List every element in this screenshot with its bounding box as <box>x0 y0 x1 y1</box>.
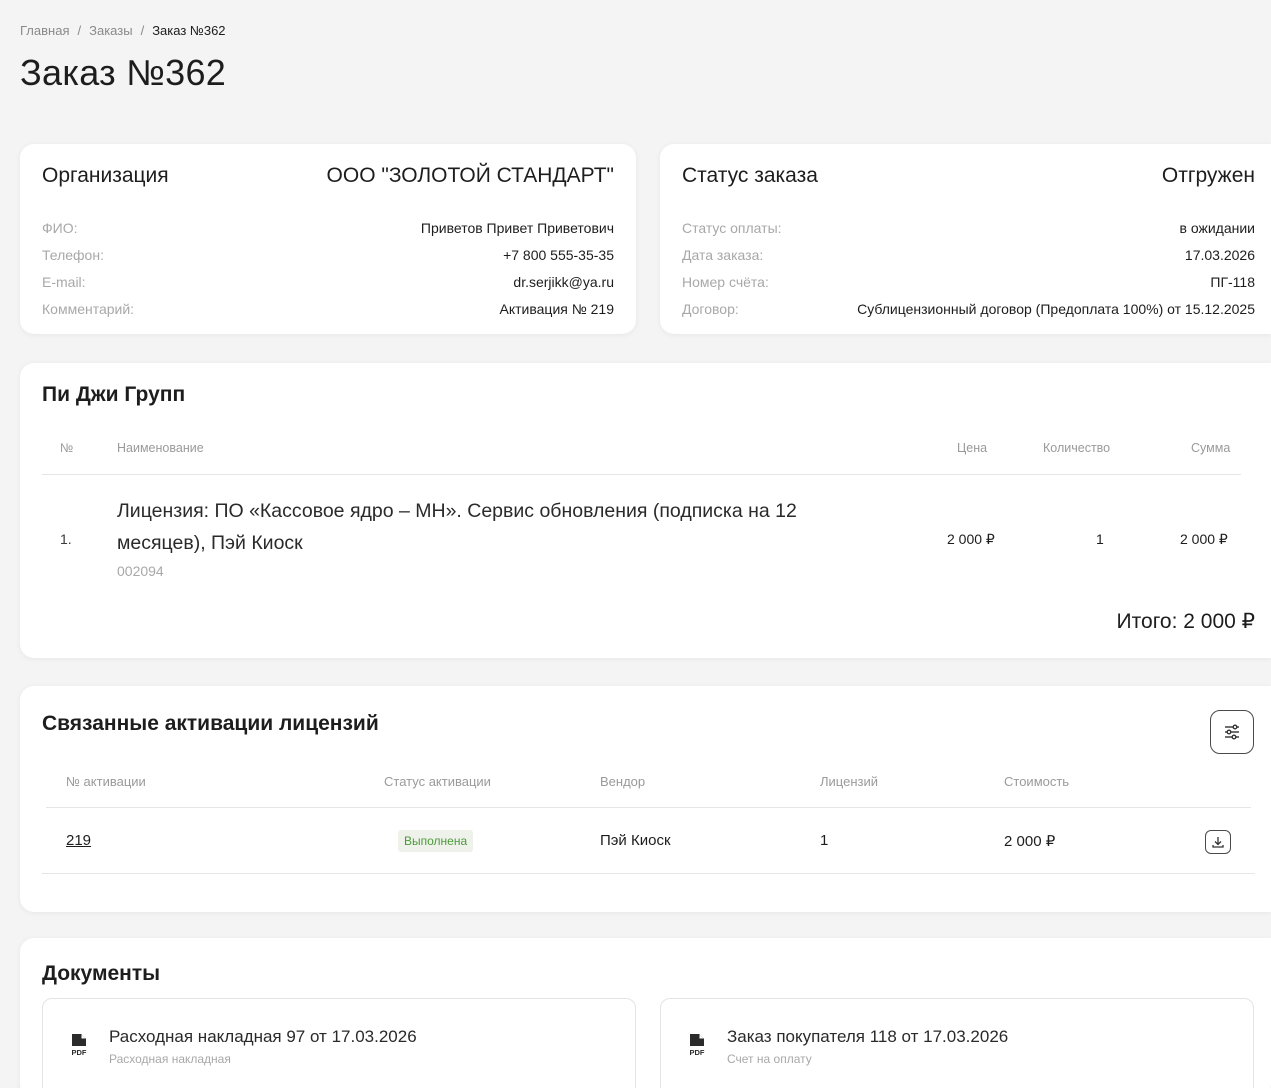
field-label: Комментарий: <box>42 300 135 317</box>
breadcrumb: Главная / Заказы / Заказ №362 <box>20 23 226 38</box>
documents-title: Документы <box>42 962 161 985</box>
status-field-payment: Статус оплаты: в ожидании <box>682 214 1255 241</box>
order-status-value: Отгружен <box>1161 164 1255 187</box>
activation-vendor: Пэй Киоск <box>600 832 671 849</box>
item-code: 002094 <box>117 563 164 579</box>
organization-card: Организация ООО "ЗОЛОТОЙ СТАНДАРТ" ФИО: … <box>20 144 636 334</box>
col-vendor: Вендор <box>600 774 646 789</box>
col-activation-num: № активации <box>66 774 146 789</box>
page-title: Заказ №362 <box>20 52 227 93</box>
document-title: Заказ покупателя 118 от 17.03.2026 <box>727 1027 1009 1046</box>
org-field-fio: ФИО: Приветов Привет Приветович <box>42 214 614 241</box>
field-value: в ожидании <box>1179 219 1255 236</box>
activation-licenses: 1 <box>820 832 829 849</box>
col-name: Наименование <box>117 441 204 455</box>
order-total: Итого: 2 000 ₽ <box>1116 610 1255 633</box>
activation-cost: 2 000 ₽ <box>1004 833 1056 850</box>
table-row: 1. Лицензия: ПО «Кассовое ядро – МН». Се… <box>42 495 1241 585</box>
document-item[interactable]: PDF Расходная накладная 97 от 17.03.2026… <box>42 998 636 1088</box>
item-qty: 1 <box>1096 531 1104 547</box>
field-value: dr.serjikk@ya.ru <box>513 273 614 290</box>
org-field-phone: Телефон: +7 800 555-35-35 <box>42 241 614 268</box>
organization-name: ООО "ЗОЛОТОЙ СТАНДАРТ" <box>326 164 614 187</box>
sliders-icon <box>1225 724 1239 740</box>
field-label: Статус оплаты: <box>682 219 782 236</box>
breadcrumb-current: Заказ №362 <box>152 23 226 38</box>
breadcrumb-home[interactable]: Главная <box>20 23 69 38</box>
field-label: ФИО: <box>42 219 78 236</box>
breadcrumb-separator: / <box>77 23 82 38</box>
document-subtitle: Расходная накладная <box>109 1052 231 1066</box>
status-field-invoice: Номер счёта: ПГ-118 <box>682 268 1255 295</box>
organization-title: Организация <box>42 164 169 187</box>
vendor-title: Пи Джи Групп <box>42 383 186 406</box>
order-status-card: Статус заказа Отгружен Статус оплаты: в … <box>660 144 1271 334</box>
item-price: 2 000 ₽ <box>947 531 995 547</box>
documents-card: Документы PDF Расходная накладная 97 от … <box>20 938 1271 1088</box>
field-label: Телефон: <box>42 246 104 263</box>
pdf-icon: PDF <box>690 1034 705 1057</box>
breadcrumb-separator: / <box>140 23 145 38</box>
document-subtitle: Счет на оплату <box>727 1052 812 1066</box>
field-label: E-mail: <box>42 273 86 290</box>
filter-button[interactable] <box>1210 710 1254 754</box>
field-value: Активация № 219 <box>499 300 615 317</box>
field-value: ПГ-118 <box>1210 273 1255 290</box>
status-field-contract: Договор: Сублицензионный договор (Предоп… <box>682 295 1255 322</box>
document-title: Расходная накладная 97 от 17.03.2026 <box>109 1027 417 1046</box>
org-field-email: E-mail: dr.serjikk@ya.ru <box>42 268 614 295</box>
col-sum: Сумма <box>1191 441 1231 455</box>
order-status-title: Статус заказа <box>682 164 818 187</box>
field-label: Номер счёта: <box>682 273 769 290</box>
field-label: Дата заказа: <box>682 246 764 263</box>
col-activation-status: Статус активации <box>384 774 491 789</box>
svg-text:PDF: PDF <box>72 1048 87 1057</box>
activations-table-header: № активации Статус активации Вендор Лице… <box>46 770 1251 808</box>
field-value: Приветов Привет Приветович <box>420 219 614 236</box>
items-table-header: № Наименование Цена Количество Сумма <box>42 439 1241 475</box>
breadcrumb-orders[interactable]: Заказы <box>89 23 132 38</box>
activations-title: Связанные активации лицензий <box>42 712 379 735</box>
activation-link[interactable]: 219 <box>66 832 91 849</box>
field-value: 17.03.2026 <box>1184 246 1255 263</box>
field-label: Договор: <box>682 300 739 317</box>
col-qty: Количество <box>1043 441 1111 455</box>
field-value: +7 800 555-35-35 <box>503 246 614 263</box>
pdf-icon: PDF <box>72 1034 87 1057</box>
svg-text:PDF: PDF <box>690 1048 705 1057</box>
status-badge: Выполнена <box>398 830 474 852</box>
download-button[interactable] <box>1205 830 1231 854</box>
item-num: 1. <box>60 531 72 547</box>
item-sum: 2 000 ₽ <box>1180 531 1228 547</box>
col-cost: Стоимость <box>1004 774 1070 789</box>
status-field-date: Дата заказа: 17.03.2026 <box>682 241 1255 268</box>
download-icon <box>1212 837 1224 848</box>
col-price: Цена <box>957 441 988 455</box>
item-name: Лицензия: ПО «Кассовое ядро – МН». Серви… <box>117 500 797 554</box>
col-licenses: Лицензий <box>820 774 878 789</box>
table-row: 219 Выполнена Пэй Киоск 1 2 000 ₽ <box>42 808 1255 874</box>
order-items-card: Пи Джи Групп № Наименование Цена Количес… <box>20 363 1271 658</box>
col-num: № <box>60 441 74 455</box>
activations-card: Связанные активации лицензий № активации… <box>20 686 1271 912</box>
field-value: Сублицензионный договор (Предоплата 100%… <box>857 300 1255 317</box>
document-item[interactable]: PDF Заказ покупателя 118 от 17.03.2026 С… <box>660 998 1254 1088</box>
org-field-comment: Комментарий: Активация № 219 <box>42 295 614 322</box>
